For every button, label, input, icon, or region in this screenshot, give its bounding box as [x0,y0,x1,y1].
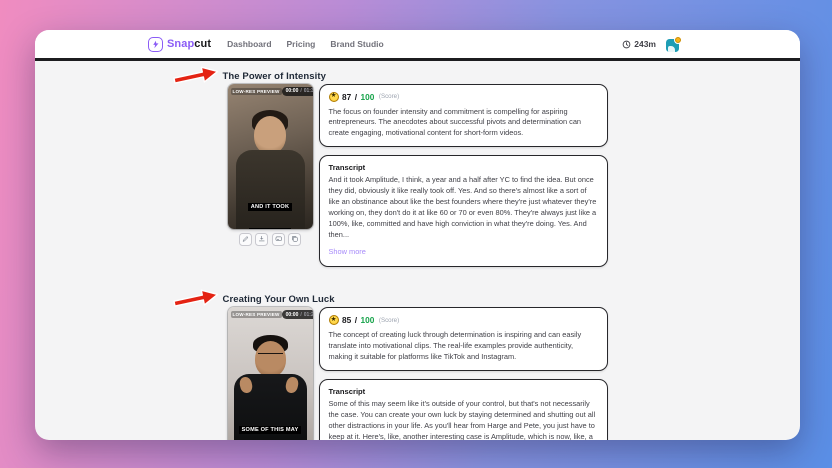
medal-star-icon: ★ [329,92,339,102]
duplicate-button[interactable] [288,233,301,246]
download-icon [258,235,266,243]
nav-link-dashboard[interactable]: Dashboard [227,39,271,49]
clip-section-2: Creating Your Own Luck LOW-RES PREVIE [228,289,608,440]
top-navbar: Snapcut Dashboard Pricing Brand Studio 2… [35,30,800,58]
clips-list: The Power of Intensity LOW-RES PREVIEW 0… [35,61,800,441]
edit-icon [242,235,250,243]
red-arrow-annotation [171,285,220,314]
score-max: 100 [361,92,375,102]
captions-button[interactable] [272,233,285,246]
video-timestamp: 00:00/01:32 [282,87,313,96]
logo-text: Snapcut [167,38,211,50]
logo[interactable]: Snapcut [148,37,211,52]
clip-title: Creating Your Own Luck [223,294,335,305]
user-avatar[interactable] [666,37,682,52]
minutes-remaining: 243m [622,39,656,49]
clip-toolbar [228,233,313,246]
low-res-preview-badge: LOW-RES PREVIEW [231,88,282,95]
transcript-heading: Transcript [329,387,598,396]
app-window: Snapcut Dashboard Pricing Brand Studio 2… [35,30,800,440]
transcript-text: Some of this may seem like it's outside … [329,399,598,440]
duplicate-icon [291,235,299,243]
transcript-card: Transcript Some of this may seem like it… [319,379,608,440]
medal-star-icon: ★ [329,315,339,325]
download-button[interactable] [255,233,268,246]
lightning-bolt-icon [148,37,163,52]
clip-section-1: The Power of Intensity LOW-RES PREVIEW 0… [228,66,608,268]
video-timestamp: 00:00/01:26 [282,310,313,319]
nav-right: 243m [622,37,682,52]
nav-link-pricing[interactable]: Pricing [287,39,316,49]
red-arrow-annotation [171,61,220,90]
video-preview[interactable]: LOW-RES PREVIEW 00:00/01:32 AND IT TOOK … [228,84,313,229]
score-label: (Score) [379,317,399,324]
score-value: 85 [342,315,351,325]
captions-icon [275,235,283,243]
score-value: 87 [342,92,351,102]
nav-links: Dashboard Pricing Brand Studio [227,39,384,49]
low-res-preview-badge: LOW-RES PREVIEW [231,311,282,318]
score-summary: The focus on founder intensity and commi… [329,107,598,140]
notification-badge [674,36,682,44]
clock-icon [622,40,631,49]
video-caption-overlay: AND IT TOOK AMPLITUDE, [232,191,309,229]
score-label: (Score) [379,93,399,100]
nav-link-brand-studio[interactable]: Brand Studio [330,39,383,49]
score-max: 100 [361,315,375,325]
edit-button[interactable] [239,233,252,246]
transcript-card: Transcript And it took Amplitude, I thin… [319,155,608,267]
transcript-text: And it took Amplitude, I think, a year a… [329,175,598,241]
video-caption-overlay: SOME OF THIS MAY [232,414,309,440]
score-card: ★ 85 / 100 (Score) The concept of creati… [319,307,608,371]
video-preview[interactable]: LOW-RES PREVIEW 00:00/01:26 SOME OF THIS… [228,307,313,440]
score-card: ★ 87 / 100 (Score) The focus on founder … [319,84,608,148]
transcript-heading: Transcript [329,163,598,172]
show-more-link[interactable]: Show more [329,247,366,256]
clip-title: The Power of Intensity [223,71,327,82]
score-summary: The concept of creating luck through det… [329,330,598,363]
